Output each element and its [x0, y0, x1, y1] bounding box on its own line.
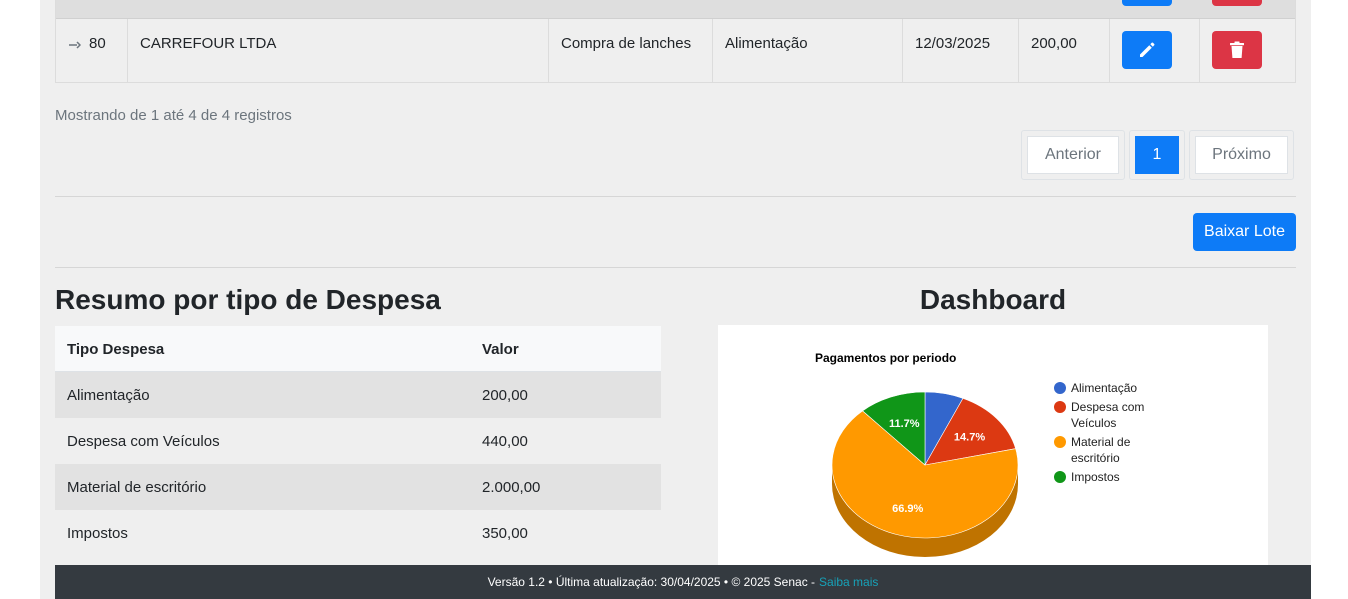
pagination-previous-label: Anterior: [1027, 136, 1119, 174]
legend-label-3: Impostos: [1071, 470, 1120, 484]
legend-marker-0: [1054, 382, 1066, 394]
legend-label-1: Veículos: [1071, 416, 1116, 430]
delete-button[interactable]: [1212, 31, 1262, 69]
table-row: Despesa com Veículos 440,00: [55, 418, 661, 464]
table-row: Alimentação 200,00: [55, 372, 661, 418]
data-cell: 12/03/2025: [902, 19, 1018, 82]
pagination-page-label: 1: [1135, 136, 1179, 174]
edit-cell: [1109, 19, 1199, 82]
summary-tipo: Material de escritório: [67, 479, 207, 496]
footer-text: Versão 1.2 • Última atualização: 30/04/2…: [487, 575, 816, 589]
sort-arrow-icon: [68, 36, 82, 53]
chart-title: Pagamentos por periodo: [815, 351, 956, 365]
pie-data-label-1: 14.7%: [954, 431, 985, 443]
fornecedor-cell: CARREFOUR LTDA: [127, 19, 548, 82]
summary-tipo: Impostos: [67, 525, 128, 542]
valor-cell: 200,00: [1018, 19, 1109, 82]
summary-tipo: Despesa com Veículos: [67, 433, 220, 450]
divider: [55, 196, 1296, 197]
pie-chart: Pagamentos por periodo 14.7% 66.9% 11.7% A…: [718, 325, 1268, 565]
tipo-cell: Alimentação: [712, 19, 902, 82]
descricao-cell: Compra de lanches: [548, 19, 712, 82]
table-row: 80 CARREFOUR LTDA Compra de lanches Alim…: [56, 19, 1295, 82]
summary-valor: 350,00: [482, 525, 528, 542]
trash-icon: [1230, 41, 1244, 58]
summary-valor: 200,00: [482, 387, 528, 404]
legend-marker-2: [1054, 436, 1066, 448]
delete-button-previous[interactable]: [1212, 0, 1262, 6]
summary-tipo: Alimentação: [67, 387, 150, 404]
legend-label-0: Alimentação: [1071, 381, 1137, 395]
legend-marker-3: [1054, 471, 1066, 483]
pagination-previous[interactable]: Anterior: [1021, 130, 1125, 180]
legend-marker-1: [1054, 401, 1066, 413]
summary-valor: 2.000,00: [482, 479, 541, 496]
pie-data-label-2: 66.9%: [892, 503, 923, 515]
legend-label-2: Material de: [1071, 435, 1131, 449]
pie-chart-svg: Pagamentos por periodo 14.7% 66.9% 11.7% A…: [815, 351, 1144, 557]
summary-header-row: Tipo Despesa Valor: [55, 326, 661, 372]
pie-data-label-3: 11.7%: [889, 418, 920, 430]
edit-button-previous[interactable]: [1122, 0, 1172, 6]
records-info: Mostrando de 1 até 4 de 4 registros: [55, 107, 292, 124]
table-row: Material de escritório 2.000,00: [55, 464, 661, 510]
id-cell: 80: [56, 19, 127, 82]
pagination-next[interactable]: Próximo: [1189, 130, 1294, 180]
dashboard-title: Dashboard: [919, 284, 1067, 315]
header-tipo-despesa: Tipo Despesa: [67, 341, 165, 358]
pagination-page-1[interactable]: 1: [1129, 130, 1185, 180]
summary-valor: 440,00: [482, 433, 528, 450]
expenses-table: 80 CARREFOUR LTDA Compra de lanches Alim…: [55, 0, 1296, 83]
divider: [55, 267, 1296, 268]
pencil-icon: [1140, 42, 1155, 57]
legend-label-1: Despesa com: [1071, 400, 1144, 414]
header-valor: Valor: [482, 341, 519, 358]
baixar-lote-button[interactable]: Baixar Lote: [1193, 213, 1296, 251]
saiba-mais-link[interactable]: Saiba mais: [819, 575, 878, 589]
table-row: Impostos 350,00: [55, 510, 661, 556]
previous-table-row: [56, 0, 1295, 19]
summary-title: Resumo por tipo de Despesa: [55, 284, 441, 315]
edit-button[interactable]: [1122, 31, 1172, 69]
pagination-next-label: Próximo: [1195, 136, 1288, 174]
summary-table: Tipo Despesa Valor Alimentação 200,00 De…: [55, 326, 661, 556]
row-id: 80: [89, 35, 106, 52]
footer: Versão 1.2 • Última atualização: 30/04/2…: [55, 565, 1311, 599]
legend-label-2: escritório: [1071, 451, 1120, 465]
delete-cell: [1199, 19, 1296, 82]
